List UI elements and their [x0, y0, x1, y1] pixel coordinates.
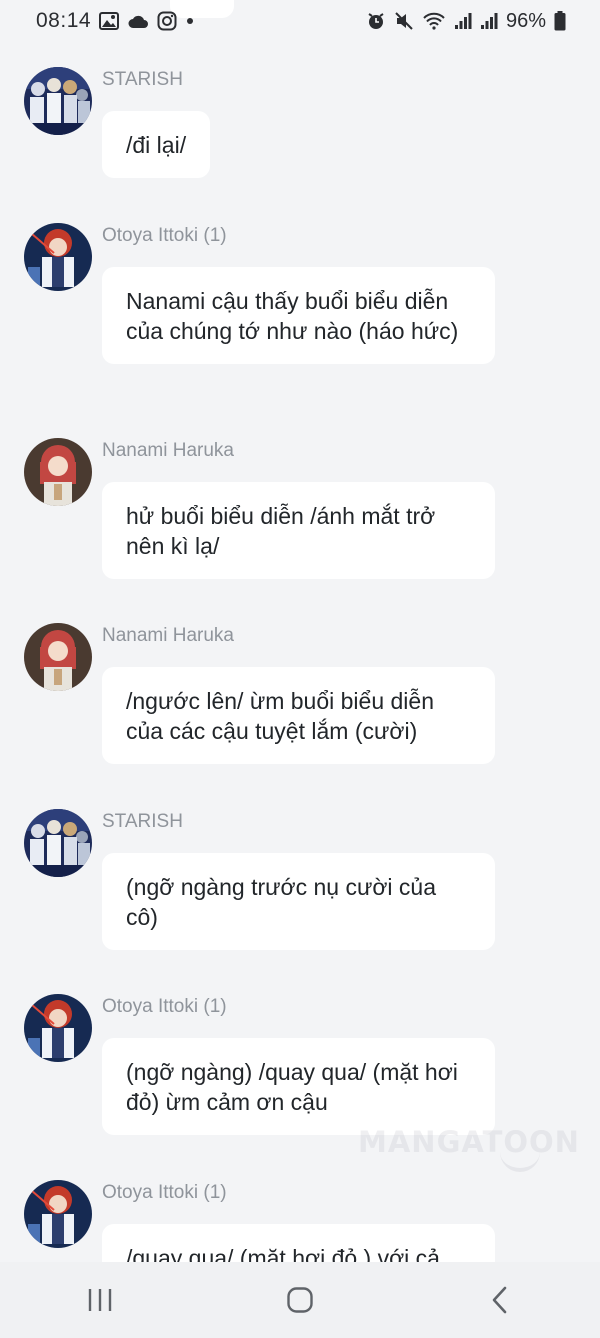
alarm-icon: [366, 11, 386, 31]
message-bubble[interactable]: /ngước lên/ ừm buổi biểu diễn của các cậ…: [102, 667, 495, 764]
recent-apps-icon: [88, 1289, 112, 1311]
wifi-icon: [422, 11, 446, 31]
mute-icon: [394, 11, 414, 31]
battery-icon: [554, 11, 566, 31]
avatar[interactable]: [24, 67, 92, 135]
status-time: 08:14: [36, 9, 92, 32]
avatar[interactable]: [24, 223, 92, 291]
message-bubble[interactable]: /quay qua/ (mặt hơi đỏ ) với cả: [102, 1224, 495, 1262]
dot-icon: [185, 16, 195, 26]
sender-name: Nanami Haruka: [102, 440, 234, 461]
signal-icon: [454, 12, 472, 30]
home-icon: [287, 1287, 313, 1313]
instagram-icon: [157, 11, 177, 31]
message-bubble[interactable]: Nanami cậu thấy buổi biểu diễn của chúng…: [102, 267, 495, 364]
back-button[interactable]: [460, 1270, 540, 1330]
recent-apps-button[interactable]: [60, 1270, 140, 1330]
message-bubble[interactable]: (ngỡ ngàng) /quay qua/ (mặt hơi đỏ) ừm c…: [102, 1038, 495, 1135]
gallery-icon: [99, 12, 120, 30]
avatar[interactable]: [24, 623, 92, 691]
avatar[interactable]: [24, 1180, 92, 1248]
cloud-icon: [127, 13, 149, 29]
sender-name: Otoya Ittoki (1): [102, 1182, 227, 1203]
status-bar: 08:14 96%: [0, 0, 600, 42]
sender-name: Otoya Ittoki (1): [102, 996, 227, 1017]
avatar[interactable]: [24, 994, 92, 1062]
sender-name: Otoya Ittoki (1): [102, 225, 227, 246]
sender-name: Nanami Haruka: [102, 625, 234, 646]
avatar[interactable]: [24, 809, 92, 877]
sender-name: STARISH: [102, 811, 183, 832]
home-button[interactable]: [260, 1270, 340, 1330]
back-icon: [492, 1286, 507, 1314]
message-bubble[interactable]: (ngỡ ngàng trước nụ cười của cô): [102, 853, 495, 950]
avatar[interactable]: [24, 438, 92, 506]
message-bubble[interactable]: /đi lại/: [102, 111, 211, 178]
message-bubble[interactable]: hử buổi biểu diễn /ánh mắt trở nên kì lạ…: [102, 482, 495, 579]
chat-list[interactable]: STARISH /đi lại/ Otoya Ittoki (1) Nanami…: [0, 42, 600, 1262]
watermark: MANGATOON: [358, 1125, 580, 1159]
navigation-bar: [0, 1262, 600, 1338]
signal-icon: [480, 12, 498, 30]
battery-percent: 96%: [505, 9, 546, 32]
sender-name: STARISH: [102, 69, 183, 90]
